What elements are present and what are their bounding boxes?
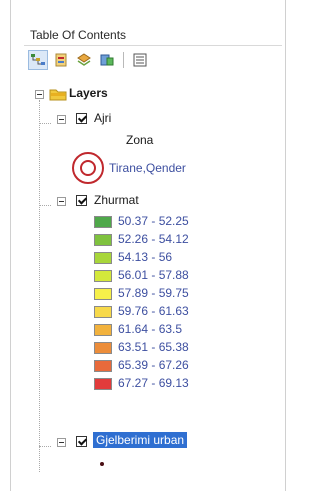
class-swatch[interactable] [94,324,112,336]
table-of-contents-panel: Table Of Contents Layers Ajri Zona Tiran… [0,0,297,491]
class-swatch[interactable] [94,342,112,354]
class-range-label[interactable]: 54.13 - 56 [118,250,172,264]
zhurmat-visibility-checkbox[interactable] [76,195,87,206]
panel-title-bar: Table Of Contents [24,26,282,46]
class-swatch[interactable] [94,378,112,390]
panel-title: Table Of Contents [30,28,127,42]
class-range-label[interactable]: 56.01 - 57.88 [118,268,189,282]
layers-folder-icon [49,87,67,104]
gjelberimi-collapse-toggle[interactable] [57,438,66,447]
class-range-label[interactable]: 65.39 - 67.26 [118,358,189,372]
class-range-label[interactable]: 63.51 - 65.38 [118,340,189,354]
list-by-source-icon[interactable] [51,50,71,70]
tree-connector-root [39,100,40,472]
list-by-drawing-order-icon[interactable] [28,50,48,70]
ajri-field-label: Zona [126,133,154,147]
panel-right-border [285,0,286,491]
class-range-label[interactable]: 57.89 - 59.75 [118,286,189,300]
class-swatch[interactable] [94,360,112,372]
class-swatch[interactable] [94,306,112,318]
options-icon[interactable] [130,50,150,70]
class-swatch[interactable] [94,216,112,228]
layers-root-label[interactable]: Layers [69,86,108,100]
gjelberimi-visibility-checkbox[interactable] [76,436,87,447]
ajri-visibility-checkbox[interactable] [76,113,87,124]
class-range-label[interactable]: 61.64 - 63.5 [118,322,182,336]
ajri-symbol-label[interactable]: Tirane,Qender [109,161,186,175]
zhurmat-layer-label[interactable]: Zhurmat [94,193,139,207]
gjelberimi-point-symbol-icon[interactable] [100,462,104,466]
ajri-circle-symbol-icon[interactable] [71,151,105,188]
toolbar-separator [123,52,124,68]
class-range-label[interactable]: 67.27 - 69.13 [118,376,189,390]
tree-connector [39,446,51,447]
panel-left-border [10,0,11,491]
class-range-label[interactable]: 50.37 - 52.25 [118,214,189,228]
layers-collapse-toggle[interactable] [35,90,44,99]
gjelberimi-layer-label[interactable]: Gjelberimi urban [93,432,188,448]
class-swatch[interactable] [94,252,112,264]
tree-connector [39,205,51,206]
zhurmat-collapse-toggle[interactable] [57,197,66,206]
class-swatch[interactable] [94,270,112,282]
list-by-selection-icon[interactable] [97,50,117,70]
class-swatch[interactable] [94,234,112,246]
class-range-label[interactable]: 52.26 - 54.12 [118,232,189,246]
toc-toolbar [28,49,278,71]
class-swatch[interactable] [94,288,112,300]
list-by-visibility-icon[interactable] [74,50,94,70]
ajri-collapse-toggle[interactable] [57,115,66,124]
tree-connector [39,123,51,124]
class-range-label[interactable]: 59.76 - 61.63 [118,304,189,318]
ajri-layer-label[interactable]: Ajri [94,111,111,125]
